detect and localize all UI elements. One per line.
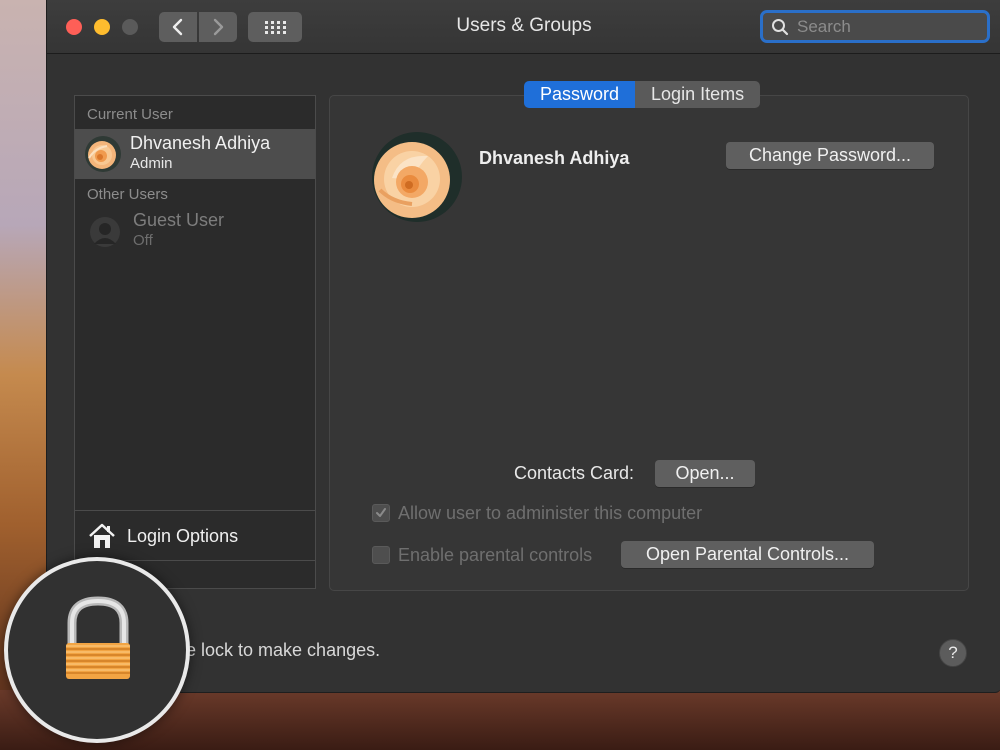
allow-admin-label: Allow user to administer this computer [398, 502, 703, 523]
other-users-header: Other Users [87, 186, 168, 203]
user-row-current[interactable]: Dhvanesh Adhiya Admin [75, 129, 315, 179]
house-icon [89, 523, 115, 548]
help-button[interactable]: ? [939, 639, 967, 667]
tab-bar: Password Login Items [524, 81, 761, 108]
checkmark-icon [376, 508, 386, 517]
tab-login-items[interactable]: Login Items [635, 81, 761, 108]
parental-controls-label: Enable parental controls [398, 544, 593, 565]
profile-picture[interactable] [372, 132, 462, 222]
current-user-name: Dhvanesh Adhiya [130, 133, 271, 153]
guest-silhouette-icon [89, 216, 121, 248]
allow-admin-row: Allow user to administer this computer [372, 502, 702, 524]
tab-password[interactable]: Password [524, 81, 636, 108]
current-user-header: Current User [87, 106, 173, 123]
change-password-button[interactable]: Change Password... [726, 142, 934, 169]
lock-button-magnified[interactable] [4, 557, 190, 743]
guest-user-status: Off [133, 232, 153, 249]
parental-controls-row: Enable parental controls [372, 544, 592, 566]
search-input[interactable] [795, 15, 979, 38]
contacts-card-label: Contacts Card: [514, 463, 635, 483]
allow-admin-checkbox[interactable] [372, 504, 390, 522]
open-contacts-card-button[interactable]: Open... [655, 460, 755, 487]
lock-status-text: C e lock to make changes. [168, 640, 381, 660]
parental-controls-checkbox[interactable] [372, 546, 390, 564]
user-avatar-icon [85, 136, 121, 172]
search-icon [772, 18, 789, 35]
user-list-sidebar: Current User Dhvanesh Adhiya Admin Other… [74, 95, 316, 589]
current-user-role: Admin [130, 155, 173, 172]
login-options-label: Login Options [127, 525, 239, 546]
titlebar: Users & Groups [47, 0, 1000, 54]
sidebar-divider [75, 510, 315, 511]
guest-user-name: Guest User [133, 210, 225, 230]
search-field[interactable] [760, 10, 990, 43]
user-row-guest[interactable]: Guest User Off [75, 206, 315, 256]
padlock-icon [66, 596, 130, 679]
open-parental-controls-button[interactable]: Open Parental Controls... [621, 541, 874, 568]
login-options-item[interactable]: Login Options [87, 516, 313, 556]
profile-name: Dhvanesh Adhiya [479, 148, 630, 168]
